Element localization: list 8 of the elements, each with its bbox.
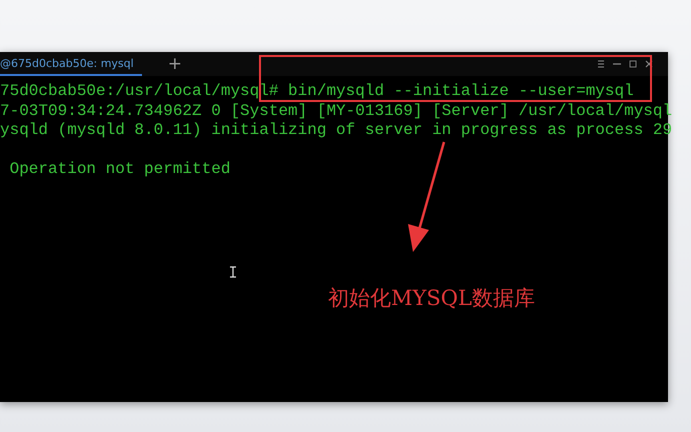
terminal-line: Operation not permitted [8,160,230,180]
text-cursor-icon [229,266,237,278]
menu-icon[interactable] [596,59,606,69]
new-tab-button[interactable]: + [164,54,186,74]
maximize-icon[interactable] [628,59,638,69]
terminal-tab[interactable]: @675d0cbab50e: mysql [0,52,142,76]
close-icon[interactable] [644,59,654,69]
annotation-label: 初始化MYSQL数据库 [328,285,535,312]
